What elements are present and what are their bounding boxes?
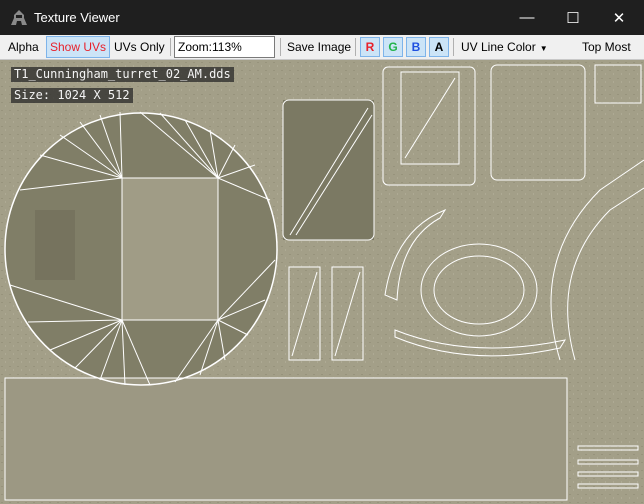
toolbar-separator: [170, 38, 171, 56]
texture-size-label: Size: 1024 X 512: [11, 88, 133, 103]
app-icon: [11, 10, 27, 25]
alpha-channel-toggle[interactable]: A: [429, 37, 449, 57]
blue-channel-toggle[interactable]: B: [406, 37, 426, 57]
close-button[interactable]: ✕: [596, 0, 642, 35]
toolbar-separator: [280, 38, 281, 56]
window-title: Texture Viewer: [34, 10, 120, 25]
red-channel-toggle[interactable]: R: [360, 37, 380, 57]
uv-line-color-dropdown[interactable]: UV Line Color ▼: [458, 36, 551, 58]
minimize-button[interactable]: —: [504, 0, 550, 35]
maximize-button[interactable]: ☐: [550, 0, 596, 35]
minimize-icon: —: [519, 9, 535, 26]
show-uvs-toggle[interactable]: Show UVs: [46, 36, 111, 58]
uv-line-color-label: UV Line Color: [461, 40, 536, 54]
save-image-button[interactable]: Save Image: [284, 36, 354, 58]
close-icon: ✕: [612, 9, 626, 27]
title-bar: Texture Viewer — ☐ ✕: [0, 0, 644, 35]
maximize-icon: ☐: [566, 9, 580, 27]
toolbar-separator: [355, 38, 356, 56]
dropdown-arrow-icon: ▼: [539, 44, 548, 53]
toolbar-separator: [453, 38, 454, 56]
alpha-toggle[interactable]: Alpha: [5, 36, 42, 58]
texture-canvas: [0, 60, 644, 504]
texture-viewport[interactable]: T1_Cunningham_turret_02_AM.dds Size: 102…: [0, 60, 644, 504]
top-most-toggle[interactable]: Top Most: [579, 36, 634, 58]
zoom-field[interactable]: Zoom:113%: [174, 36, 275, 58]
green-channel-toggle[interactable]: G: [383, 37, 403, 57]
uvs-only-toggle[interactable]: UVs Only: [111, 36, 168, 58]
toolbar: Alpha Show UVs UVs Only Zoom:113% Save I…: [0, 35, 644, 60]
texture-filename-label: T1_Cunningham_turret_02_AM.dds: [11, 67, 234, 82]
